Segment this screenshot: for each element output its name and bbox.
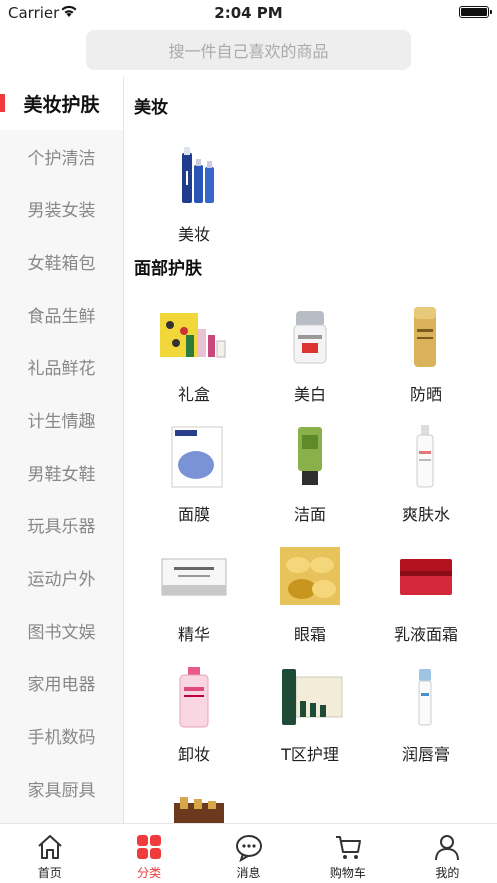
category-item-label: 礼盒: [177, 385, 210, 404]
t-zone-image: [272, 665, 348, 729]
status-bar: Carrier 2:04 PM: [0, 0, 497, 26]
tab-profile[interactable]: 我的: [398, 824, 497, 883]
toner-image: [388, 425, 464, 489]
category-icon: [137, 835, 162, 859]
category-item-label: 卸妆: [177, 745, 210, 764]
tab-bar: 首页 分类 消息 购物车 我的: [0, 823, 497, 883]
tab-label: 消息: [236, 866, 261, 880]
search-placeholder: 搜一件自己喜欢的商品: [168, 42, 329, 61]
message-icon: [235, 835, 262, 862]
sidebar-item-label: 计生情趣: [27, 411, 96, 432]
whitening-image: [272, 305, 348, 369]
profile-icon: [435, 835, 460, 861]
clock: 2:04 PM: [214, 4, 283, 22]
category-item-label: T区护理: [281, 745, 339, 764]
sidebar-item-appliances[interactable]: 家用电器: [0, 657, 123, 710]
tab-label: 首页: [37, 866, 62, 880]
sidebar-item-personal-care[interactable]: 个护清洁: [0, 130, 123, 183]
cart-icon: [335, 836, 361, 859]
sidebar-item-furniture[interactable]: 家具厨具: [0, 762, 123, 815]
makeup-product-image: [156, 145, 232, 209]
category-item-label: 爽肤水: [401, 505, 450, 524]
sidebar-item-digital[interactable]: 手机数码: [0, 709, 123, 762]
sidebar-item-label: 美妆护肤: [23, 93, 100, 116]
sidebar-item-clothing[interactable]: 男装女装: [0, 182, 123, 235]
category-item-label: 防晒: [409, 385, 442, 404]
category-content: 美妆 美妆 面部护肤 礼盒 美白 防晒 面膜 洁面 爽肤水 精华 眼霜 乳液面霜…: [124, 77, 497, 823]
section-title-makeup: 美妆: [134, 98, 168, 118]
active-indicator: [0, 94, 5, 112]
sidebar-item-toys[interactable]: 玩具乐器: [0, 499, 123, 552]
sidebar-item-bags[interactable]: 女鞋箱包: [0, 235, 123, 288]
mask-image: [156, 425, 232, 489]
sidebar-item-books[interactable]: 图书文娱: [0, 604, 123, 657]
cleanser-image: [272, 425, 348, 489]
sidebar-item-beauty[interactable]: 美妆护肤: [0, 77, 123, 130]
sidebar-item-shoes[interactable]: 男鞋女鞋: [0, 446, 123, 499]
makeup-remover-image: [156, 665, 232, 729]
sidebar-item-label: 男鞋女鞋: [27, 464, 96, 485]
category-item-label: 面膜: [177, 505, 210, 524]
category-item-gift-set[interactable]: 礼盒: [136, 305, 252, 405]
category-item-eye-cream[interactable]: 眼霜: [252, 545, 368, 645]
category-item-cleanser[interactable]: 洁面: [252, 425, 368, 525]
sidebar-item-label: 运动户外: [27, 570, 96, 591]
category-sidebar[interactable]: 美妆护肤 个护清洁 男装女装 女鞋箱包 食品生鲜 礼品鲜花 计生情趣 男鞋女鞋 …: [0, 77, 124, 823]
sidebar-item-label: 个护清洁: [27, 148, 96, 169]
tab-label: 分类: [137, 866, 162, 880]
sidebar-item-label: 家具厨具: [27, 780, 96, 801]
category-item-label: 眼霜: [293, 625, 326, 644]
lip-balm-image: [388, 665, 464, 729]
category-item-mask[interactable]: 面膜: [136, 425, 252, 525]
tab-messages[interactable]: 消息: [199, 824, 298, 883]
category-item-lotion-cream[interactable]: 乳液面霜: [368, 545, 484, 645]
category-item-label: 润唇膏: [401, 745, 450, 764]
gift-set-image: [156, 305, 232, 369]
tab-label: 购物车: [329, 866, 366, 880]
category-item-serum[interactable]: 精华: [136, 545, 252, 645]
sidebar-item-gifts[interactable]: 礼品鲜花: [0, 340, 123, 393]
category-item-label: 洁面: [293, 505, 326, 524]
section-title-facial: 面部护肤: [134, 259, 202, 279]
tab-label: 我的: [435, 866, 460, 880]
battery-icon: [459, 6, 492, 18]
category-item-whitening[interactable]: 美白: [252, 305, 368, 405]
sunscreen-image: [388, 305, 464, 369]
lotion-cream-image: [388, 545, 464, 609]
partial-product-image: [156, 795, 232, 823]
eye-cream-image: [272, 545, 348, 609]
category-item-toner[interactable]: 爽肤水: [368, 425, 484, 525]
sidebar-item-label: 礼品鲜花: [27, 359, 96, 380]
home-icon: [38, 835, 62, 859]
tab-category[interactable]: 分类: [99, 824, 198, 883]
sidebar-item-label: 手机数码: [27, 728, 96, 749]
sidebar-item-label: 家用电器: [27, 675, 96, 696]
category-item-label: 美白: [293, 385, 326, 404]
category-item-sunscreen[interactable]: 防晒: [368, 305, 484, 405]
category-item-partial[interactable]: [136, 795, 252, 823]
category-item-makeup[interactable]: 美妆: [136, 145, 252, 245]
sidebar-item-label: 女鞋箱包: [27, 253, 96, 274]
category-item-lip-balm[interactable]: 润唇膏: [368, 665, 484, 765]
category-item-t-zone[interactable]: T区护理: [252, 665, 368, 765]
sidebar-item-adult[interactable]: 计生情趣: [0, 393, 123, 446]
category-item-makeup-remover[interactable]: 卸妆: [136, 665, 252, 765]
sidebar-item-label: 图书文娱: [27, 622, 96, 643]
serum-image: [156, 545, 232, 609]
sidebar-item-label: 食品生鲜: [27, 306, 96, 327]
sidebar-item-food[interactable]: 食品生鲜: [0, 288, 123, 341]
category-item-label: 乳液面霜: [393, 625, 458, 644]
sidebar-item-label: 男装女装: [27, 201, 96, 222]
sidebar-item-sports[interactable]: 运动户外: [0, 551, 123, 604]
tab-home[interactable]: 首页: [0, 824, 99, 883]
tab-cart[interactable]: 购物车: [298, 824, 397, 883]
sidebar-item-label: 玩具乐器: [27, 517, 96, 538]
search-input[interactable]: 搜一件自己喜欢的商品: [86, 30, 411, 70]
category-item-label: 美妆: [177, 225, 210, 244]
category-item-label: 精华: [177, 625, 210, 644]
